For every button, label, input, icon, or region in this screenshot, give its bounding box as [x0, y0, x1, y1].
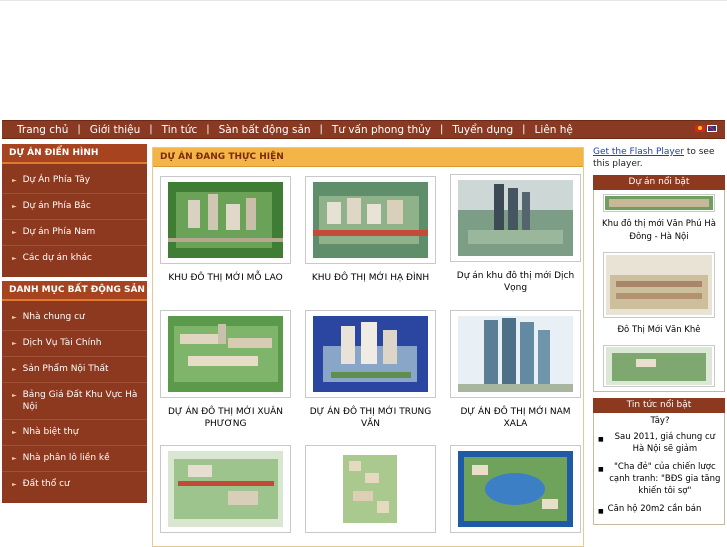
bullet-icon: ■	[598, 466, 604, 473]
sidebar-item-financial-services[interactable]: ► Dịch Vụ Tài Chính	[2, 331, 147, 357]
project-caption[interactable]: DỰ ÁN ĐÔ THỊ MỚI TRUNG VĂN	[305, 406, 436, 430]
projects-panel-title: DỰ ÁN ĐANG THỰC HIỆN	[153, 148, 583, 167]
featured-projects-list: ► Dự Án Phía Tây ► Dự án Phía Bắc ► Dự án P…	[2, 164, 147, 277]
sidebar-item-south-projects[interactable]: ► Dự án Phía Nam	[2, 220, 147, 246]
nav-separator: |	[522, 124, 526, 135]
nav-recruitment[interactable]: Tuyển dụng	[452, 124, 513, 136]
sidebar-item-apartments[interactable]: ► Nhà chung cư	[2, 305, 147, 331]
project-card[interactable]	[450, 445, 581, 541]
project-image[interactable]	[305, 310, 436, 398]
project-caption[interactable]: Dự án khu đô thị mới Dịch Vọng	[450, 270, 581, 294]
project-card[interactable]: DỰ ÁN ĐÔ THỊ MỚI TRUNG VĂN	[305, 310, 436, 430]
nav-contact[interactable]: Liên hệ	[535, 124, 573, 136]
arrow-right-icon: ►	[12, 314, 17, 321]
project-card[interactable]: Dự án khu đô thị mới Dịch Vọng	[450, 174, 581, 294]
featured-projects-heading: DỰ ÁN ĐIỂN HÌNH	[2, 144, 147, 164]
nav-separator: |	[319, 124, 323, 135]
project-image[interactable]	[450, 445, 581, 533]
nav-separator: |	[206, 124, 210, 135]
sidebar-item-north-projects[interactable]: ► Dự án Phía Bắc	[2, 194, 147, 220]
arrow-right-icon: ►	[12, 392, 17, 399]
featured-projects-box-title: Dự án nổi bật	[593, 175, 725, 190]
real-estate-category-list: ► Nhà chung cư ► Dịch Vụ Tài Chính ► Sản Ph…	[2, 301, 147, 503]
vietnam-flag-icon[interactable]	[695, 125, 705, 132]
project-image[interactable]	[450, 174, 581, 262]
nav-separator: |	[77, 124, 81, 135]
left-sidebar: DỰ ÁN ĐIỂN HÌNH ► Dự Án Phía Tây ► Dự án P…	[2, 144, 147, 503]
real-estate-category-heading: DANH MỤC BẤT ĐỘNG SẢN	[2, 281, 147, 301]
bullet-icon: ■	[598, 508, 604, 515]
arrow-right-icon: ►	[12, 429, 17, 436]
project-card[interactable]: DỰ ÁN ĐÔ THỊ MỚI NAM XALA	[450, 310, 581, 430]
arrow-right-icon: ►	[12, 229, 17, 236]
arrow-right-icon: ►	[12, 366, 17, 373]
news-item[interactable]: ■ Sau 2011, giá chung cư Hà Nội sẽ giảm	[598, 431, 722, 455]
nav-separator: |	[440, 124, 444, 135]
arrow-right-icon: ►	[12, 177, 17, 184]
main-nav: Trang chủ | Giới thiệu | Tin tức | Sàn b…	[2, 120, 725, 139]
project-card[interactable]: DỰ ÁN ĐÔ THỊ MỚI XUÂN PHƯƠNG	[160, 310, 291, 430]
sidebar-item-other-projects[interactable]: ► Các dự án khác	[2, 246, 147, 271]
sidebar-item-residential-land[interactable]: ► Đất thổ cư	[2, 472, 147, 497]
nav-feng-shui[interactable]: Tư vấn phong thủy	[332, 124, 431, 136]
project-card[interactable]: KHU ĐÔ THỊ MỚI MỖ LAO	[160, 176, 291, 284]
hot-news-box: Tây? ■ Sau 2011, giá chung cư Hà Nội sẽ g…	[593, 413, 725, 525]
news-item[interactable]: ■ Căn hộ 20m2 cần bán	[598, 503, 722, 518]
uk-flag-icon[interactable]	[707, 125, 717, 132]
hot-news-box-title: Tin tức nổi bật	[593, 398, 725, 413]
featured-projects-box: Khu đô thị mới Văn Phú Hà Đông - Hà Nội …	[593, 190, 725, 392]
project-image[interactable]	[305, 176, 436, 264]
top-border	[0, 0, 727, 1]
arrow-right-icon: ►	[12, 255, 17, 262]
project-card[interactable]: KHU ĐÔ THỊ MỚI HẠ ĐÌNH	[305, 176, 436, 284]
project-caption[interactable]: DỰ ÁN ĐÔ THỊ MỚI NAM XALA	[450, 406, 581, 430]
sidebar-item-west-projects[interactable]: ► Dự Án Phía Tây	[2, 168, 147, 194]
nav-about[interactable]: Giới thiệu	[90, 124, 141, 136]
arrow-right-icon: ►	[12, 455, 17, 462]
project-caption[interactable]: KHU ĐÔ THỊ MỚI HẠ ĐÌNH	[305, 272, 436, 284]
news-item[interactable]: ■ "Cha đẻ" của chiến lược cạnh tranh: "BĐ…	[598, 461, 722, 497]
featured-project-caption[interactable]: Đô Thị Mới Văn Khê	[598, 324, 720, 337]
project-image[interactable]	[450, 310, 581, 398]
bullet-icon: ■	[598, 436, 604, 443]
project-card[interactable]	[160, 445, 291, 541]
featured-project-image[interactable]	[603, 194, 715, 212]
arrow-right-icon: ►	[12, 481, 17, 488]
project-image[interactable]	[160, 176, 291, 264]
nav-news[interactable]: Tin tức	[162, 124, 198, 136]
project-card[interactable]	[305, 445, 436, 541]
language-flags	[695, 125, 717, 132]
sidebar-item-villas[interactable]: ► Nhà biệt thự	[2, 420, 147, 446]
news-item-fragment[interactable]: Tây?	[598, 415, 722, 427]
project-image[interactable]	[160, 310, 291, 398]
right-sidebar: Get the Flash Player to see this player.…	[593, 146, 725, 525]
project-image[interactable]	[305, 445, 436, 533]
arrow-right-icon: ►	[12, 340, 17, 347]
featured-project-image[interactable]	[603, 252, 715, 318]
flash-notice: Get the Flash Player to see this player.	[593, 147, 715, 169]
nav-home[interactable]: Trang chủ	[17, 124, 68, 136]
featured-project-caption[interactable]: Khu đô thị mới Văn Phú Hà Đông - Hà Nội	[598, 218, 720, 244]
sidebar-item-interior-products[interactable]: ► Sản Phẩm Nội Thất	[2, 357, 147, 383]
featured-project-image[interactable]	[603, 345, 715, 387]
nav-separator: |	[149, 124, 153, 135]
sidebar-item-townhouses[interactable]: ► Nhà phân lô liền kề	[2, 446, 147, 472]
arrow-right-icon: ►	[12, 203, 17, 210]
sidebar-item-hanoi-land-prices[interactable]: ► Bảng Giá Đất Khu Vực Hà Nội	[2, 383, 147, 420]
project-caption[interactable]: DỰ ÁN ĐÔ THỊ MỚI XUÂN PHƯƠNG	[160, 406, 291, 430]
get-flash-player-link[interactable]: Get the Flash Player	[593, 147, 684, 157]
project-caption[interactable]: KHU ĐÔ THỊ MỚI MỖ LAO	[160, 272, 291, 284]
project-image[interactable]	[160, 445, 291, 533]
nav-real-estate-exchange[interactable]: Sàn bất động sản	[219, 124, 311, 136]
projects-panel: DỰ ÁN ĐANG THỰC HIỆN KHU ĐÔ THỊ MỚI MỖ L…	[152, 147, 584, 547]
